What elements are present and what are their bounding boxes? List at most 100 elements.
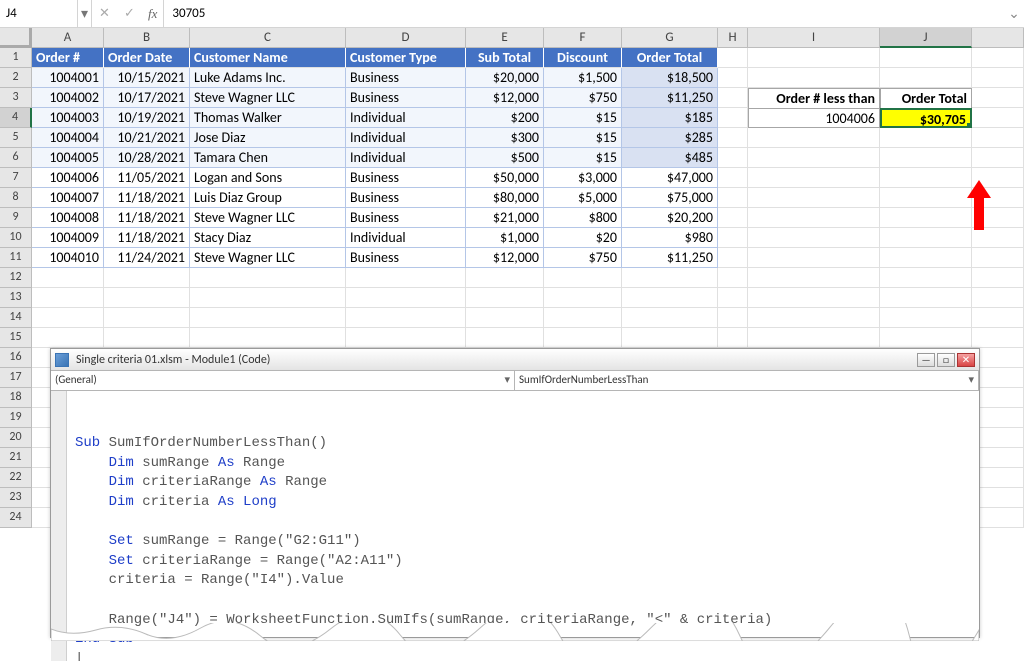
cell[interactable] <box>748 48 880 68</box>
cell[interactable] <box>972 288 1024 308</box>
row-header[interactable]: 9 <box>0 208 32 228</box>
cell-subtotal[interactable]: $50,000 <box>466 168 544 188</box>
cell[interactable] <box>466 268 544 288</box>
cell-type[interactable]: Individual <box>346 228 466 248</box>
cell-type[interactable]: Individual <box>346 128 466 148</box>
cell-total[interactable]: $20,200 <box>622 208 718 228</box>
table-header[interactable]: Order # <box>32 48 104 68</box>
cell-side-result[interactable] <box>880 188 972 208</box>
cell[interactable] <box>32 268 104 288</box>
cell-total[interactable]: $485 <box>622 148 718 168</box>
select-all-corner[interactable] <box>0 28 32 48</box>
cell[interactable] <box>190 308 346 328</box>
cell[interactable] <box>544 328 622 348</box>
cell-discount[interactable]: $750 <box>544 248 622 268</box>
cell[interactable] <box>718 68 748 88</box>
cell-side-result[interactable] <box>880 168 972 188</box>
table-header[interactable]: Sub Total <box>466 48 544 68</box>
row-header[interactable]: 22 <box>0 468 32 488</box>
cell-date[interactable]: 11/24/2021 <box>104 248 190 268</box>
vba-title-bar[interactable]: Single criteria 01.xlsm - Module1 (Code)… <box>51 349 979 371</box>
cell[interactable] <box>718 88 748 108</box>
row-header[interactable]: 14 <box>0 308 32 328</box>
cell[interactable] <box>718 168 748 188</box>
col-header-e[interactable]: E <box>466 28 544 48</box>
cell-order[interactable]: 1004004 <box>32 128 104 148</box>
cell[interactable] <box>718 188 748 208</box>
table-header[interactable]: Order Total <box>622 48 718 68</box>
maximize-button[interactable]: □ <box>937 353 955 367</box>
row-header[interactable]: 5 <box>0 128 32 148</box>
cell-customer[interactable]: Stacy Diaz <box>190 228 346 248</box>
cell[interactable] <box>466 308 544 328</box>
cell-type[interactable]: Individual <box>346 108 466 128</box>
cell[interactable] <box>466 328 544 348</box>
cell-order[interactable]: 1004005 <box>32 148 104 168</box>
cell-order[interactable]: 1004002 <box>32 88 104 108</box>
table-header[interactable]: Customer Type <box>346 48 466 68</box>
cell[interactable] <box>880 268 972 288</box>
cell-type[interactable]: Business <box>346 208 466 228</box>
cell[interactable] <box>972 88 1024 108</box>
cell[interactable] <box>748 288 880 308</box>
fx-button[interactable]: fx <box>142 0 164 27</box>
cell[interactable] <box>972 108 1024 128</box>
row-header[interactable]: 17 <box>0 368 32 388</box>
row-header[interactable]: 13 <box>0 288 32 308</box>
row-header[interactable]: 21 <box>0 448 32 468</box>
cell-date[interactable]: 11/05/2021 <box>104 168 190 188</box>
cell-type[interactable]: Business <box>346 68 466 88</box>
cell-discount[interactable]: $750 <box>544 88 622 108</box>
cell-subtotal[interactable]: $80,000 <box>466 188 544 208</box>
cell-subtotal[interactable]: $12,000 <box>466 248 544 268</box>
cell-discount[interactable]: $3,000 <box>544 168 622 188</box>
cell-subtotal[interactable]: $200 <box>466 108 544 128</box>
cell[interactable] <box>104 288 190 308</box>
cell[interactable] <box>622 328 718 348</box>
cell[interactable] <box>972 248 1024 268</box>
cell[interactable] <box>718 228 748 248</box>
cell[interactable] <box>718 48 748 68</box>
table-header[interactable]: Discount <box>544 48 622 68</box>
row-header[interactable]: 18 <box>0 388 32 408</box>
cell-total[interactable]: $11,250 <box>622 248 718 268</box>
cell[interactable] <box>346 308 466 328</box>
cell-side[interactable] <box>748 128 880 148</box>
cell-side[interactable] <box>748 228 880 248</box>
formula-input[interactable]: 30705 <box>164 0 1004 27</box>
cell[interactable] <box>544 268 622 288</box>
cell-side[interactable]: 1004006 <box>748 108 880 128</box>
cell[interactable] <box>718 128 748 148</box>
cell-discount[interactable]: $5,000 <box>544 188 622 208</box>
row-header[interactable]: 23 <box>0 488 32 508</box>
cell[interactable] <box>972 188 1024 208</box>
cell[interactable] <box>972 328 1024 348</box>
cell-side[interactable]: Order # less than <box>748 88 880 108</box>
cell[interactable] <box>544 288 622 308</box>
cell[interactable] <box>880 328 972 348</box>
cell[interactable] <box>718 288 748 308</box>
cell[interactable] <box>104 308 190 328</box>
cell[interactable] <box>104 268 190 288</box>
col-header-j[interactable]: J <box>880 28 972 48</box>
col-header-f[interactable]: F <box>544 28 622 48</box>
cell-date[interactable]: 11/18/2021 <box>104 228 190 248</box>
col-header-h[interactable]: H <box>718 28 748 48</box>
cell[interactable] <box>190 268 346 288</box>
cell-total[interactable]: $47,000 <box>622 168 718 188</box>
cell-subtotal[interactable]: $20,000 <box>466 68 544 88</box>
cell[interactable] <box>972 228 1024 248</box>
row-header[interactable]: 24 <box>0 508 32 528</box>
row-header[interactable]: 16 <box>0 348 32 368</box>
cell[interactable] <box>104 328 190 348</box>
cell-side-result[interactable]: $30,705 <box>880 108 972 128</box>
row-header[interactable]: 10 <box>0 228 32 248</box>
cell-customer[interactable]: Jose Diaz <box>190 128 346 148</box>
row-header[interactable]: 7 <box>0 168 32 188</box>
row-header[interactable]: 1 <box>0 48 32 68</box>
cell-side[interactable] <box>748 248 880 268</box>
cell-side-result[interactable] <box>880 68 972 88</box>
cell-date[interactable]: 10/17/2021 <box>104 88 190 108</box>
cell-type[interactable]: Business <box>346 88 466 108</box>
cell[interactable] <box>718 148 748 168</box>
